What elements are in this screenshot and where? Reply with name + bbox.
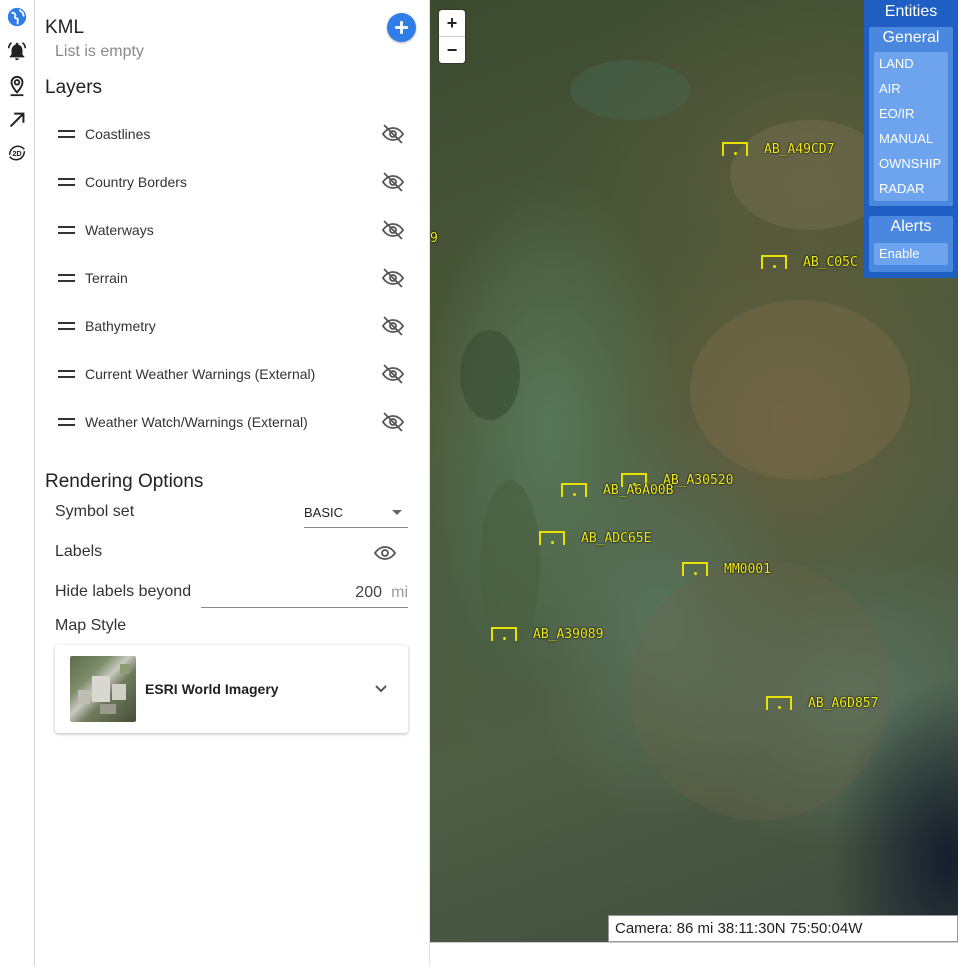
layer-item-terrain[interactable]: Terrain	[55, 258, 407, 298]
symbol-set-select[interactable]: BASIC	[304, 499, 408, 528]
map-style-label: Map Style	[55, 617, 127, 634]
camera-readout: Camera: 86 mi 38:11:30N 75:50:04W	[608, 915, 958, 942]
map-style-name: ESRI World Imagery	[145, 681, 279, 697]
layer-item-country-borders[interactable]: Country Borders	[55, 162, 407, 202]
hide-labels-value: 200	[355, 584, 382, 601]
map-pin-icon[interactable]	[5, 74, 29, 98]
layer-label: Current Weather Warnings (External)	[85, 366, 316, 382]
eye-off-icon[interactable]	[381, 218, 405, 242]
add-kml-button[interactable]	[387, 13, 416, 42]
track-label: MM0001	[724, 562, 771, 577]
arrow-up-right-icon[interactable]	[5, 108, 29, 132]
map-texture	[570, 60, 690, 120]
entity-filter-land[interactable]: LAND	[879, 56, 914, 71]
zoom-out-button[interactable]: −	[439, 37, 465, 63]
icon-rail: 2D	[0, 0, 35, 966]
drag-handle-icon[interactable]	[58, 322, 75, 330]
eye-off-icon[interactable]	[381, 122, 405, 146]
layer-label: Country Borders	[85, 174, 187, 190]
track-label: AB_A6D857	[808, 696, 879, 711]
general-list: LAND AIR EO/IR MANUAL OWNSHIP RADAR	[874, 52, 948, 201]
zoom-control: + −	[439, 10, 465, 63]
layers-title: Layers	[45, 77, 103, 98]
layer-item-weather-watch-warnings[interactable]: Weather Watch/Warnings (External)	[55, 402, 407, 442]
map-footer	[430, 942, 958, 967]
alerts-group: Alerts Enable	[869, 216, 953, 272]
general-title: General	[882, 29, 940, 46]
track-label: 9	[430, 231, 438, 246]
map-texture	[690, 300, 910, 480]
track-dot	[778, 706, 781, 709]
svg-text:2D: 2D	[12, 149, 21, 158]
eye-off-icon[interactable]	[381, 314, 405, 338]
caret-down-icon	[392, 510, 402, 515]
kml-empty-text: List is empty	[55, 43, 144, 60]
eye-icon[interactable]	[373, 541, 397, 565]
camera-text: Camera: 86 mi 38:11:30N 75:50:04W	[615, 920, 863, 937]
layer-item-waterways[interactable]: Waterways	[55, 210, 407, 250]
entity-filter-eo-ir[interactable]: EO/IR	[879, 106, 914, 121]
alarm-bell-icon[interactable]	[5, 39, 29, 63]
alerts-enable-label: Enable	[879, 246, 920, 261]
drag-handle-icon[interactable]	[58, 178, 75, 186]
layer-item-coastlines[interactable]: Coastlines	[55, 114, 407, 154]
hide-labels-label: Hide labels beyond	[55, 583, 192, 600]
drag-handle-icon[interactable]	[58, 130, 75, 138]
general-group: General LAND AIR EO/IR MANUAL OWNSHIP RA…	[869, 27, 953, 206]
entities-panel: Entities General LAND AIR EO/IR MANUAL O…	[864, 0, 958, 278]
eye-off-icon[interactable]	[381, 266, 405, 290]
drag-handle-icon[interactable]	[58, 370, 75, 378]
entities-title: Entities	[884, 3, 938, 20]
entity-filter-manual[interactable]: MANUAL	[879, 131, 933, 146]
eye-off-icon[interactable]	[381, 362, 405, 386]
drag-handle-icon[interactable]	[58, 274, 75, 282]
alerts-enable-button[interactable]: Enable	[874, 243, 948, 265]
track-dot	[773, 265, 776, 268]
map-texture	[460, 330, 520, 420]
side-panel: KML List is empty Layers Coastlines Coun…	[35, 0, 430, 966]
track-label: AB_ADC65E	[581, 531, 652, 546]
chevron-down-icon	[375, 685, 387, 693]
labels-label: Labels	[55, 543, 103, 560]
drag-handle-icon[interactable]	[58, 418, 75, 426]
track-label: AB_A49CD7	[764, 142, 835, 157]
map-style-selector[interactable]: ESRI World Imagery	[55, 645, 408, 733]
layer-label: Weather Watch/Warnings (External)	[85, 414, 308, 430]
rendering-options-title: Rendering Options	[45, 471, 204, 492]
track-dot	[573, 493, 576, 496]
hide-labels-distance-input[interactable]: 200 mi	[201, 578, 408, 608]
map-texture	[480, 480, 540, 650]
entity-filter-radar[interactable]: RADAR	[879, 181, 925, 196]
eye-off-icon[interactable]	[381, 170, 405, 194]
layer-item-current-weather-warnings[interactable]: Current Weather Warnings (External)	[55, 354, 407, 394]
map-texture	[630, 560, 890, 820]
symbol-set-label: Symbol set	[55, 503, 135, 520]
layer-label: Terrain	[85, 270, 128, 286]
track-dot	[694, 572, 697, 575]
eye-off-icon[interactable]	[381, 410, 405, 434]
globe-icon[interactable]	[5, 5, 29, 29]
track-dot	[503, 637, 506, 640]
kml-title: KML	[45, 17, 85, 38]
layer-label: Coastlines	[85, 126, 151, 142]
layer-label: Bathymetry	[85, 318, 156, 334]
track-label: AB_A39089	[533, 627, 604, 642]
track-label: AB_A6A00B	[603, 483, 674, 498]
layer-item-bathymetry[interactable]: Bathymetry	[55, 306, 407, 346]
layer-label: Waterways	[85, 222, 154, 238]
hide-labels-unit: mi	[391, 584, 408, 601]
track-label: AB_A30520	[663, 473, 734, 488]
drag-handle-icon[interactable]	[58, 226, 75, 234]
alerts-title: Alerts	[890, 218, 932, 235]
track-dot	[734, 152, 737, 155]
symbol-set-value: BASIC	[304, 505, 344, 520]
map-style-thumbnail	[70, 656, 136, 722]
plus-icon	[395, 21, 408, 34]
view-2d-icon[interactable]: 2D	[5, 141, 29, 165]
zoom-in-button[interactable]: +	[439, 10, 465, 36]
entity-filter-air[interactable]: AIR	[879, 81, 901, 96]
track-dot	[551, 541, 554, 544]
track-label: AB_C05C	[803, 255, 858, 270]
entity-filter-ownship[interactable]: OWNSHIP	[879, 156, 941, 171]
